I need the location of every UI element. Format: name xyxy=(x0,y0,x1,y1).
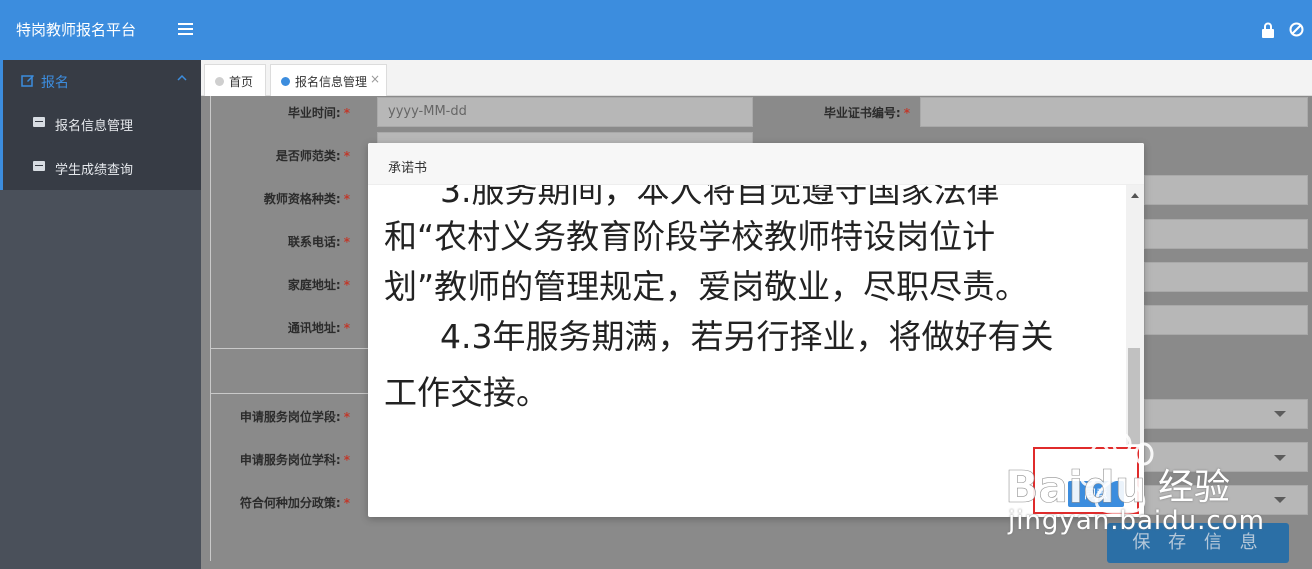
certificate-type-input[interactable] xyxy=(1144,175,1308,205)
sidebar-item-registration-info[interactable]: 报名信息管理 xyxy=(0,101,201,145)
watermark-product: 经验 xyxy=(1158,467,1231,508)
phone-input[interactable] xyxy=(1144,219,1308,249)
close-icon[interactable]: × xyxy=(370,72,380,86)
pledge-line: 划”教师的管理规定，爱岗敬业，尽职尽责。 xyxy=(384,267,1029,306)
chevron-down-icon xyxy=(1274,411,1286,417)
sidebar-item-label: 报名信息管理 xyxy=(55,119,134,134)
sidebar-item-label: 学生成绩查询 xyxy=(55,163,134,178)
chevron-up-icon xyxy=(177,74,187,81)
form-label-certificate-type: 教师资格种类: * xyxy=(263,192,350,206)
graduation-time-input[interactable]: yyyy-MM-dd xyxy=(377,97,753,127)
form-divider xyxy=(210,348,370,349)
menu-toggle-icon[interactable] xyxy=(178,23,193,35)
dialog-header: 承诺书 xyxy=(368,143,1144,185)
form-label-phone: 联系电话: * xyxy=(287,235,350,249)
form-label-service-subject: 申请服务岗位学科: * xyxy=(239,453,350,467)
pledge-line: 4.3年服务期满，若另行择业，将做好有关 xyxy=(440,317,1054,356)
form-label-diploma-number: 毕业证书编号: * xyxy=(823,106,910,120)
form-label-graduation-time: 毕业时间: * xyxy=(287,106,350,120)
home-address-input[interactable] xyxy=(1144,262,1308,292)
app-title: 特岗教师报名平台 xyxy=(16,21,137,39)
form-divider xyxy=(210,393,370,394)
sidebar-item-label: 报名 xyxy=(41,75,69,91)
tab-dot-icon xyxy=(281,77,290,86)
form-label-bonus-policy: 符合何种加分政策: * xyxy=(239,496,350,510)
scroll-up-icon[interactable] xyxy=(1131,193,1139,198)
form-label-home-address: 家庭地址: * xyxy=(287,278,350,292)
card-icon xyxy=(33,161,45,171)
tab-home[interactable]: 首页 xyxy=(204,64,266,96)
tab-registration-info[interactable]: 报名信息管理 × xyxy=(270,64,387,96)
sidebar-item-score-query[interactable]: 学生成绩查询 xyxy=(0,145,201,190)
tab-label: 报名信息管理 xyxy=(295,75,368,89)
edit-icon xyxy=(21,75,34,87)
sidebar: 报名 报名信息管理 学生成绩查询 xyxy=(0,60,201,569)
tab-dot-icon xyxy=(215,77,224,86)
form-label-service-stage: 申请服务岗位学段: * xyxy=(239,410,350,424)
tab-label: 首页 xyxy=(229,75,254,89)
card-icon xyxy=(33,117,45,127)
tab-bar: 首页 报名信息管理 × xyxy=(201,60,1312,96)
form-label-is-normal: 是否师范类: * xyxy=(275,149,350,163)
dialog-title: 承诺书 xyxy=(388,161,428,176)
diploma-number-input[interactable] xyxy=(920,97,1308,127)
lock-icon[interactable] xyxy=(1261,22,1275,38)
pledge-line: 3.服务期间，本人将自觉遵守国家法律 xyxy=(440,185,1000,210)
form-label-mailing-address: 通讯地址: * xyxy=(287,321,350,335)
mailing-address-input[interactable] xyxy=(1144,305,1308,335)
top-header: 特岗教师报名平台 xyxy=(0,0,1312,60)
watermark-url: jingyan.baidu.com xyxy=(1008,506,1265,536)
sidebar-item-signup[interactable]: 报名 xyxy=(0,60,201,101)
pledge-line: 工作交接。 xyxy=(384,373,549,412)
pledge-line: 和“农村义务教育阶段学校教师特设岗位计 xyxy=(384,217,996,256)
logout-icon[interactable] xyxy=(1289,22,1304,37)
